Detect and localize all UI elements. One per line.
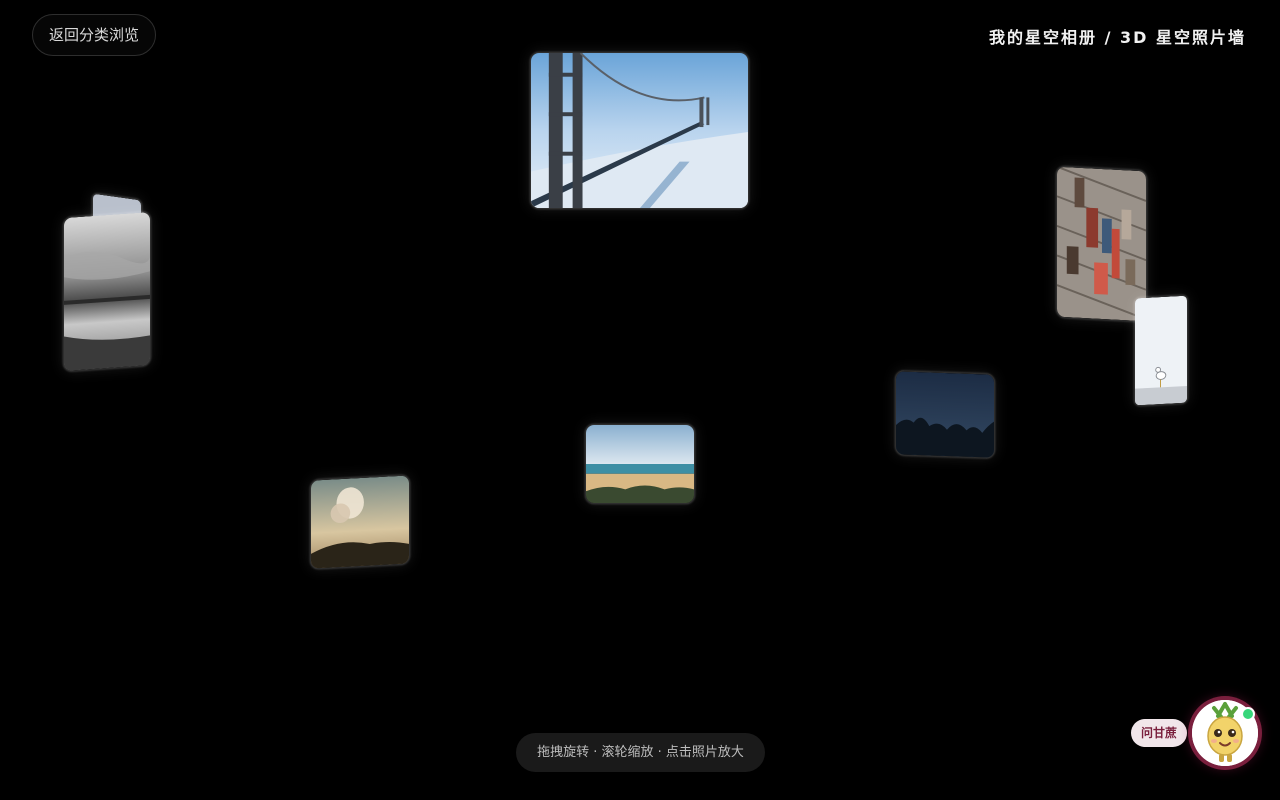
- photo-cloudy-sunset[interactable]: [310, 474, 410, 570]
- interaction-hint: 拖拽旋转 · 滚轮缩放 · 点击照片放大: [516, 733, 765, 772]
- photo-golden-gate-bridge[interactable]: [530, 52, 749, 209]
- photo-wall-stage[interactable]: 返回分类浏览 我的星空相册 / 3D 星空照片墙 拖拽旋转 · 滚轮缩放 · 点…: [0, 0, 1280, 800]
- photo-seagull[interactable]: [1134, 294, 1188, 407]
- back-to-categories-button[interactable]: 返回分类浏览: [32, 14, 157, 56]
- assistant-online-indicator: [1241, 707, 1255, 721]
- assistant-label-button[interactable]: 问甘蔗: [1131, 719, 1188, 747]
- photo-night-trees[interactable]: [895, 370, 995, 459]
- photo-black-white-seascape[interactable]: [63, 210, 151, 373]
- photo-love-locks[interactable]: [1056, 165, 1147, 323]
- photo-beach[interactable]: [585, 424, 695, 504]
- page-title: 我的星空相册 / 3D 星空照片墙: [989, 28, 1246, 47]
